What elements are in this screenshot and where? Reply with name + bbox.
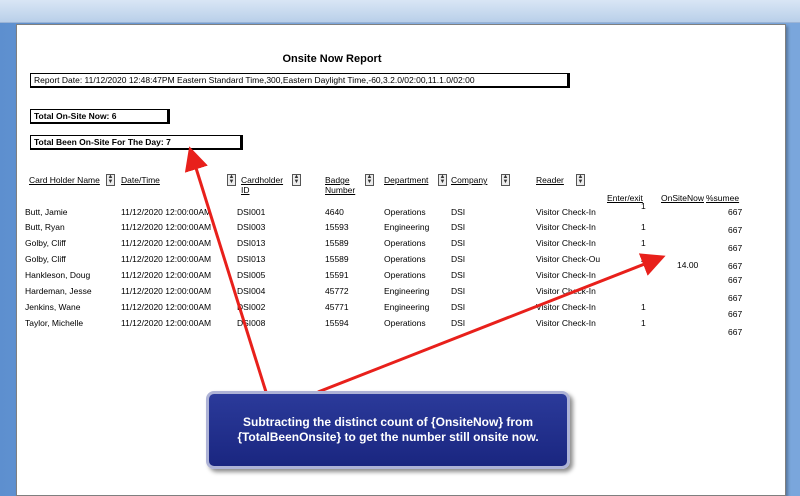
callout-text: Subtracting the distinct count of {Onsit… [237, 415, 539, 444]
annotation-callout: Subtracting the distinct count of {Onsit… [206, 391, 570, 469]
arrow-to-total-been-onsite [184, 146, 268, 393]
arrow-to-onsite-now [317, 253, 666, 394]
